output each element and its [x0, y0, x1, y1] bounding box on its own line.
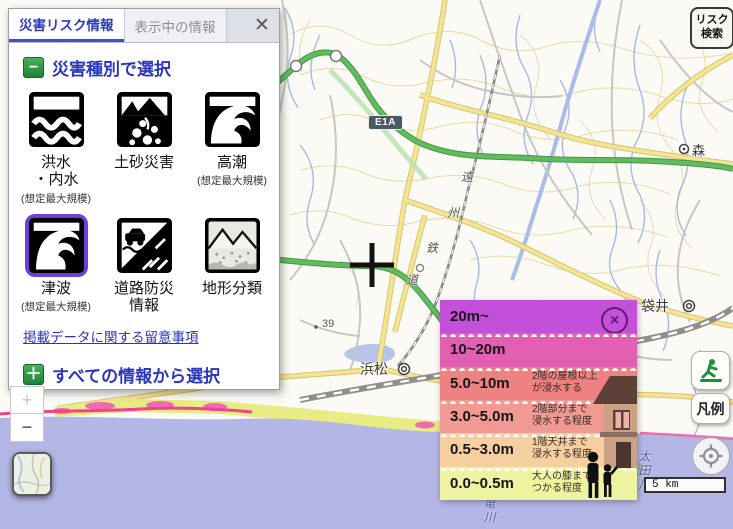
legend-depth-label: 0.0~0.5m — [450, 475, 514, 492]
zoom-out-button[interactable]: − — [10, 413, 44, 442]
railway-name-char: 遠 — [461, 168, 473, 185]
road-disaster-icon — [117, 218, 172, 273]
running-person-icon — [697, 357, 725, 385]
road-shield-e1a: E1A — [368, 115, 403, 130]
hazard-landslide[interactable]: 土砂災害 — [100, 88, 188, 206]
zoom-in-button[interactable]: + — [10, 386, 44, 415]
railway-name-char: 道 — [406, 271, 418, 288]
legend-row: 5.0~10m 2階の屋根以上 が浸水する — [440, 367, 637, 400]
hazard-tsunami[interactable]: 津波 (想定最大規模) — [12, 214, 100, 317]
legend-toggle-label: 凡例 — [697, 399, 725, 419]
map-label-tenryu-river: 竜川 — [481, 497, 498, 525]
app-window: 森 袋井 浜松 39 E1A 遠 州 鉄 道 太田川 竜川 20m~ × 10~… — [0, 0, 733, 529]
select-all-label: すべての情報から選択 — [52, 362, 220, 387]
overview-map-button[interactable] — [12, 452, 52, 496]
legend-row: 20m~ × — [440, 300, 637, 333]
section-title: 災害種別で選択 — [52, 55, 171, 80]
legend-depth-label: 10~20m — [450, 341, 505, 358]
hazard-storm-surge[interactable]: 高潮 (想定最大規模) — [188, 88, 276, 206]
railway-name-char: 鉄 — [426, 239, 438, 256]
panel-tabs: 災害リスク情報 表示中の情報 ✕ — [9, 9, 279, 43]
hazard-label: 土砂災害 — [114, 154, 174, 171]
legend-depth-label: 0.5~3.0m — [450, 441, 514, 458]
hazard-note: (想定最大規模) — [21, 299, 91, 314]
gps-target-icon — [698, 443, 724, 469]
tab-displayed-info[interactable]: 表示中の情報 — [124, 9, 227, 42]
risk-search-button[interactable]: リスク 検索 — [690, 7, 733, 49]
hazard-flood[interactable]: 洪水 ・内水 (想定最大規模) — [12, 88, 100, 206]
select-all-info-action[interactable]: ＋ すべての情報から選択 — [23, 362, 279, 387]
landslide-icon — [117, 92, 172, 147]
legend-depth-label: 5.0~10m — [450, 375, 510, 392]
terrain-classification-icon — [205, 218, 260, 273]
map-label-hamamatsu: 浜松 — [360, 359, 388, 379]
legend-depth-desc: 2階部分まで 浸水する程度 — [532, 404, 592, 428]
railway-name-char: 州 — [447, 204, 459, 221]
tab-label: 災害リスク情報 — [19, 14, 114, 34]
hazard-label: 洪水 ・内水 — [33, 154, 78, 189]
close-icon: × — [610, 313, 619, 329]
legend-depth-desc: 2階の屋根以上 が浸水する — [532, 371, 598, 395]
hazard-terrain-classification[interactable]: 地形分類 — [188, 214, 276, 317]
hazard-label: 津波 — [41, 280, 71, 297]
legend-close-button[interactable]: × — [601, 307, 628, 334]
tsunami-depth-legend: 20m~ × 10~20m 5.0~10m 2階の屋根以上 が浸水する 3.0~… — [440, 300, 637, 500]
tab-label: 表示中の情報 — [135, 16, 216, 36]
hazard-label: 道路防災 情報 — [114, 280, 174, 315]
legend-depth-desc: 大人の膝まで つかる程度 — [532, 471, 592, 495]
expand-section-button[interactable]: ＋ — [23, 364, 44, 385]
hazard-note: (想定最大規模) — [21, 191, 91, 206]
hazard-road-disaster[interactable]: 道路防災 情報 — [100, 214, 188, 317]
map-label-spot-elevation: 39 — [322, 318, 334, 330]
overview-map-thumbnail-icon — [14, 454, 50, 494]
legend-depth-desc: 1階天井まで 浸水する程度 — [532, 437, 592, 461]
legend-depth-label: 3.0~5.0m — [450, 408, 514, 425]
panel-close-button[interactable]: ✕ — [245, 9, 279, 42]
hazard-type-grid: 洪水 ・内水 (想定最大規模) 土砂災害 — [9, 88, 279, 316]
collapse-section-button[interactable]: − — [23, 57, 44, 78]
hazard-label: 地形分類 — [202, 280, 262, 297]
map-label-mori: 森 — [692, 140, 705, 159]
plus-icon: + — [22, 390, 33, 411]
close-icon: ✕ — [254, 14, 270, 37]
map-label-fukuroi: 袋井 — [641, 296, 669, 316]
tsunami-icon — [29, 218, 84, 273]
legend-row: 0.0~0.5m 大人の膝まで つかる程度 — [440, 467, 637, 500]
hazard-note: (想定最大規模) — [197, 173, 267, 188]
plus-icon: ＋ — [25, 367, 41, 383]
legend-row: 10~20m — [440, 333, 637, 366]
legend-depth-label: 20m~ — [450, 308, 489, 325]
current-location-button[interactable] — [692, 437, 730, 475]
disaster-risk-panel: 災害リスク情報 表示中の情報 ✕ − 災害種別で選択 — [8, 8, 280, 390]
minus-icon: − — [29, 60, 38, 76]
minus-icon: − — [22, 417, 33, 438]
tab-disaster-risk-info[interactable]: 災害リスク情報 — [9, 9, 124, 42]
evacuation-site-button[interactable] — [691, 351, 730, 390]
data-notes-link[interactable]: 掲載データに関する留意事項 — [23, 326, 279, 346]
map-scale-bar: 5 km — [644, 477, 726, 493]
scale-label: 5 km — [652, 479, 678, 491]
legend-row: 0.5~3.0m 1階天井まで 浸水する程度 — [440, 433, 637, 466]
legend-row: 3.0~5.0m 2階部分まで 浸水する程度 — [440, 400, 637, 433]
hazard-label: 高潮 — [217, 154, 247, 171]
flood-icon — [29, 92, 84, 147]
storm-surge-icon — [205, 92, 260, 147]
legend-toggle-button[interactable]: 凡例 — [691, 393, 730, 424]
